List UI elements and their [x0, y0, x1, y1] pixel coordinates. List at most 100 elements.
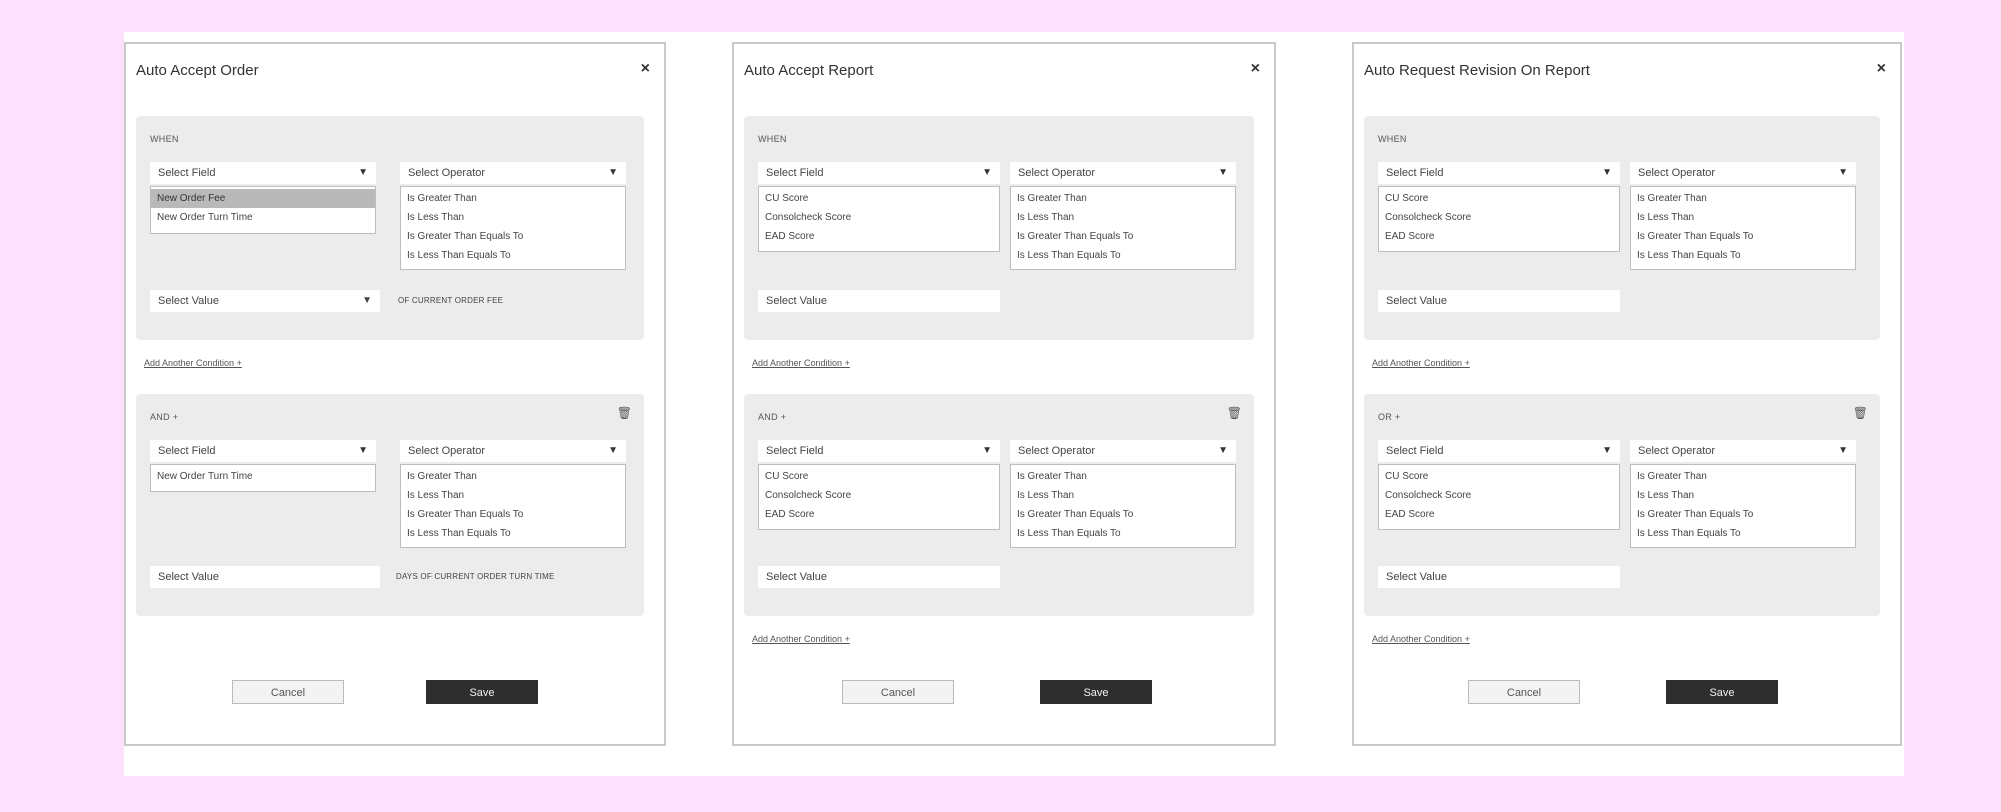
list-item[interactable]: Is Less Than — [1011, 486, 1235, 505]
list-item[interactable]: New Order Fee — [151, 189, 375, 208]
list-item[interactable]: Consolcheck Score — [759, 208, 999, 227]
add-condition-link[interactable]: Add Another Condition + — [1372, 634, 1470, 644]
select-value-label: Select Value — [158, 571, 219, 583]
list-item[interactable]: Is Greater Than Equals To — [1631, 227, 1855, 246]
list-item[interactable]: Is Greater Than Equals To — [1011, 505, 1235, 524]
save-button[interactable]: Save — [1666, 680, 1778, 704]
trash-icon[interactable]: 🗑 — [1227, 406, 1242, 420]
field-options-list: CU Score Consolcheck Score EAD Score — [1378, 186, 1620, 252]
select-operator-dropdown[interactable]: Select Operator ▼ — [1010, 440, 1236, 462]
save-button[interactable]: Save — [1040, 680, 1152, 704]
add-condition-link[interactable]: Add Another Condition + — [144, 358, 242, 368]
close-icon[interactable]: × — [641, 60, 650, 78]
list-item[interactable]: Is Greater Than Equals To — [1631, 505, 1855, 524]
close-icon[interactable]: × — [1251, 60, 1260, 78]
select-operator-label: Select Operator — [1018, 445, 1096, 457]
list-item[interactable]: Is Less Than Equals To — [401, 246, 625, 265]
list-item[interactable]: Is Less Than Equals To — [1011, 524, 1235, 543]
cancel-button[interactable]: Cancel — [232, 680, 344, 704]
list-item[interactable]: EAD Score — [1379, 227, 1619, 246]
list-item[interactable]: EAD Score — [759, 505, 999, 524]
list-item[interactable]: Is Greater Than — [1011, 467, 1235, 486]
list-item[interactable]: Is Greater Than Equals To — [401, 227, 625, 246]
list-item[interactable]: Is Greater Than — [401, 189, 625, 208]
list-item[interactable]: Consolcheck Score — [1379, 208, 1619, 227]
list-item[interactable]: Is Greater Than Equals To — [1011, 227, 1235, 246]
select-field-label: Select Field — [1386, 445, 1444, 457]
operator-options-list: Is Greater Than Is Less Than Is Greater … — [1630, 186, 1856, 270]
chevron-down-icon: ▼ — [1602, 445, 1612, 456]
list-item[interactable]: Is Less Than Equals To — [401, 524, 625, 543]
list-item[interactable]: CU Score — [1379, 467, 1619, 486]
list-item[interactable]: Is Less Than Equals To — [1631, 246, 1855, 265]
list-item[interactable]: Is Less Than — [401, 208, 625, 227]
select-operator-dropdown[interactable]: Select Operator ▼ — [400, 440, 626, 462]
list-item[interactable]: Is Greater Than — [1631, 467, 1855, 486]
list-item[interactable]: New Order Turn Time — [151, 467, 375, 486]
select-value-input[interactable]: Select Value — [758, 566, 1000, 588]
select-operator-dropdown[interactable]: Select Operator ▼ — [400, 162, 626, 184]
select-value-input[interactable]: Select Value — [150, 566, 380, 588]
select-operator-dropdown[interactable]: Select Operator ▼ — [1630, 162, 1856, 184]
select-operator-dropdown[interactable]: Select Operator ▼ — [1630, 440, 1856, 462]
select-value-dropdown[interactable]: Select Value ▼ — [150, 290, 380, 312]
select-value-input[interactable]: Select Value — [758, 290, 1000, 312]
list-item[interactable]: CU Score — [1379, 189, 1619, 208]
select-field-dropdown[interactable]: Select Field ▼ — [150, 440, 376, 462]
chevron-down-icon: ▼ — [608, 445, 618, 456]
chevron-down-icon: ▼ — [1218, 167, 1228, 178]
select-field-dropdown[interactable]: Select Field ▼ — [758, 440, 1000, 462]
chevron-down-icon: ▼ — [362, 295, 372, 306]
list-item[interactable]: Is Less Than — [1631, 486, 1855, 505]
list-item[interactable]: Is Less Than — [1011, 208, 1235, 227]
when-label: WHEN — [1378, 134, 1407, 144]
select-value-label: Select Value — [1386, 571, 1447, 583]
select-operator-label: Select Operator — [1018, 167, 1096, 179]
list-item[interactable]: Is Less Than Equals To — [1631, 524, 1855, 543]
modal-auto-accept-report: Auto Accept Report × WHEN Select Field ▼… — [732, 42, 1276, 746]
modal-title: Auto Accept Order — [136, 62, 259, 79]
list-item[interactable]: EAD Score — [1379, 505, 1619, 524]
list-item[interactable]: New Order Turn Time — [151, 208, 375, 227]
select-field-dropdown[interactable]: Select Field ▼ — [1378, 440, 1620, 462]
select-field-dropdown[interactable]: Select Field ▼ — [758, 162, 1000, 184]
select-value-input[interactable]: Select Value — [1378, 290, 1620, 312]
list-item[interactable]: Consolcheck Score — [759, 486, 999, 505]
select-value-input[interactable]: Select Value — [1378, 566, 1620, 588]
list-item[interactable]: EAD Score — [759, 227, 999, 246]
select-field-label: Select Field — [766, 445, 824, 457]
when-panel: WHEN Select Field ▼ Select Operator ▼ Ne… — [136, 116, 644, 340]
value-suffix: OF CURRENT ORDER FEE — [398, 296, 504, 305]
select-value-label: Select Value — [1386, 295, 1447, 307]
list-item[interactable]: Consolcheck Score — [1379, 486, 1619, 505]
list-item[interactable]: Is Greater Than — [401, 467, 625, 486]
list-item[interactable]: Is Less Than — [401, 486, 625, 505]
when-label: WHEN — [150, 134, 179, 144]
close-icon[interactable]: × — [1877, 60, 1886, 78]
modal-title: Auto Request Revision On Report — [1364, 62, 1590, 79]
save-button[interactable]: Save — [426, 680, 538, 704]
list-item[interactable]: CU Score — [759, 189, 999, 208]
select-field-label: Select Field — [766, 167, 824, 179]
select-field-dropdown[interactable]: Select Field ▼ — [1378, 162, 1620, 184]
cancel-button[interactable]: Cancel — [842, 680, 954, 704]
list-item[interactable]: Is Greater Than — [1011, 189, 1235, 208]
trash-icon[interactable]: 🗑 — [617, 406, 632, 420]
list-item[interactable]: Is Greater Than — [1631, 189, 1855, 208]
select-operator-label: Select Operator — [1638, 445, 1716, 457]
list-item[interactable]: Is Greater Than Equals To — [401, 505, 625, 524]
list-item[interactable]: Is Less Than — [1631, 208, 1855, 227]
modal-auto-request-revision: Auto Request Revision On Report × WHEN S… — [1352, 42, 1902, 746]
add-condition-link[interactable]: Add Another Condition + — [752, 358, 850, 368]
select-operator-dropdown[interactable]: Select Operator ▼ — [1010, 162, 1236, 184]
add-condition-link[interactable]: Add Another Condition + — [1372, 358, 1470, 368]
select-field-dropdown[interactable]: Select Field ▼ — [150, 162, 376, 184]
add-condition-link[interactable]: Add Another Condition + — [752, 634, 850, 644]
chevron-down-icon: ▼ — [358, 167, 368, 178]
select-operator-label: Select Operator — [1638, 167, 1716, 179]
trash-icon[interactable]: 🗑 — [1853, 406, 1868, 420]
modal-auto-accept-order: Auto Accept Order × WHEN Select Field ▼ … — [124, 42, 666, 746]
list-item[interactable]: Is Less Than Equals To — [1011, 246, 1235, 265]
cancel-button[interactable]: Cancel — [1468, 680, 1580, 704]
list-item[interactable]: CU Score — [759, 467, 999, 486]
